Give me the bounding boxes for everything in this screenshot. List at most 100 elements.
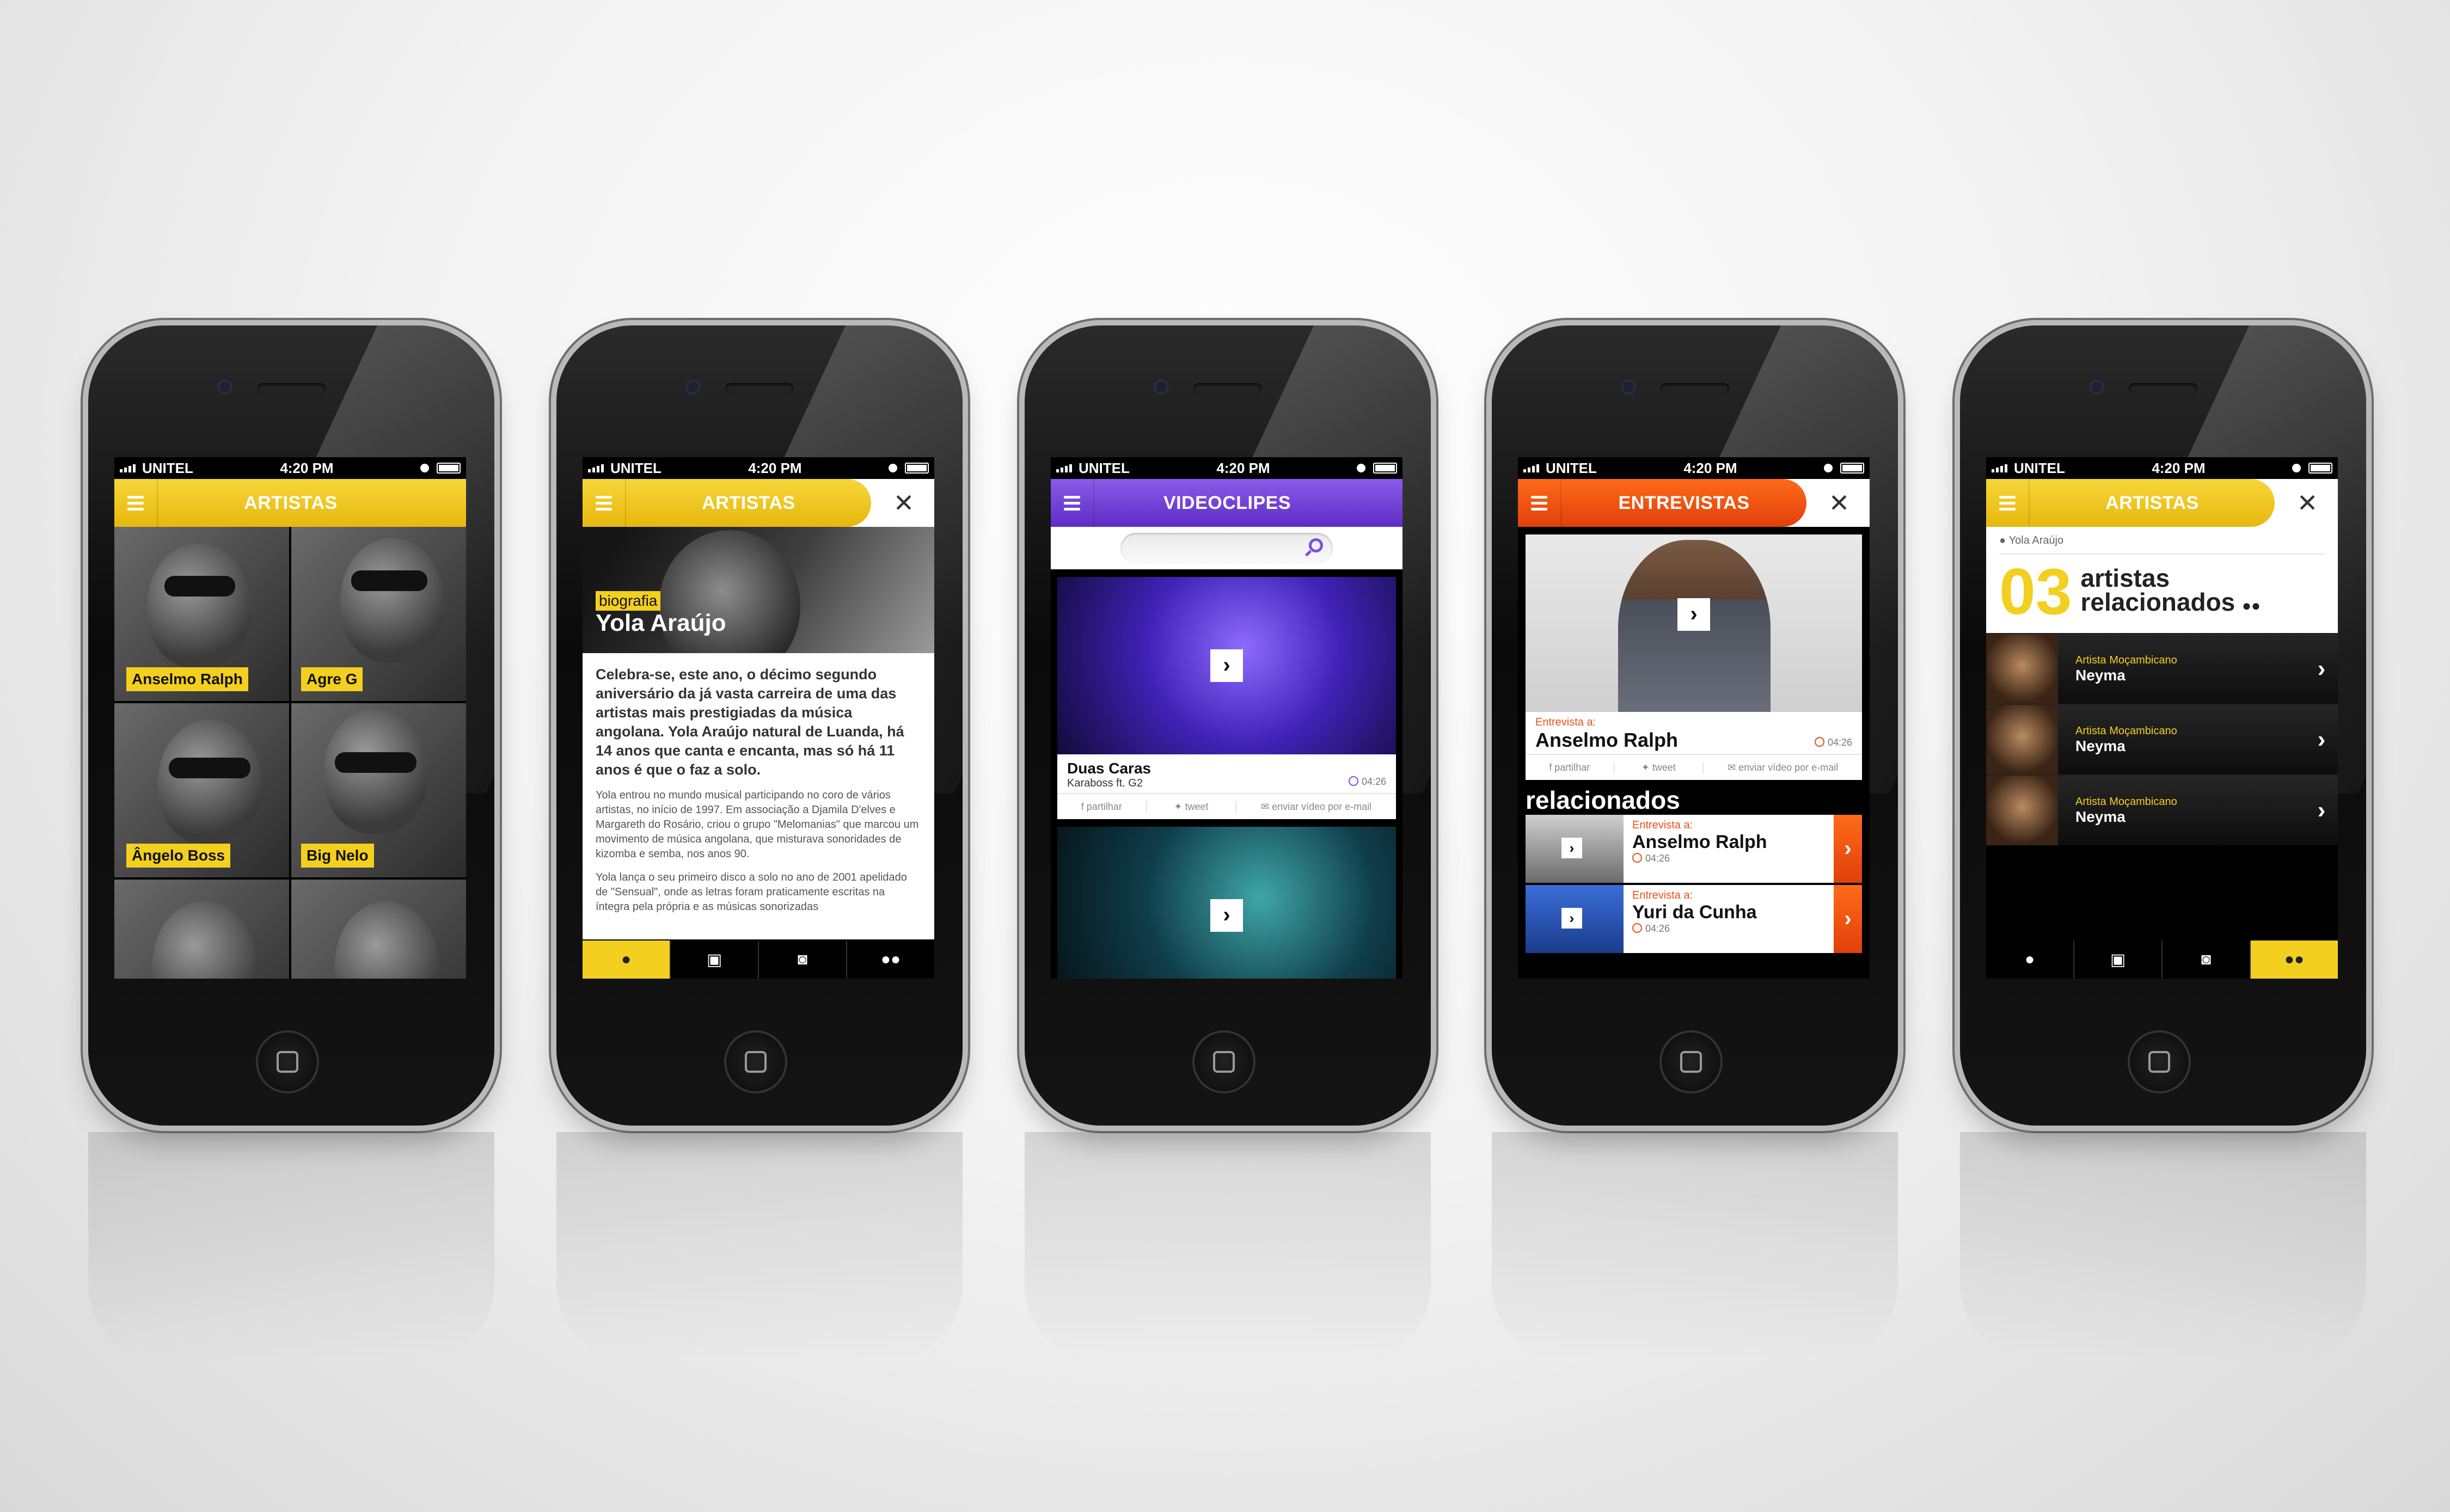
page-title: ENTREVISTAS — [1618, 492, 1750, 513]
chevron-right-icon[interactable]: › — [2305, 726, 2338, 753]
page-title: ARTISTAS — [702, 492, 795, 513]
tab-artist[interactable]: ● — [1986, 941, 2073, 979]
phone-reflection — [88, 1132, 494, 1361]
artist-tile[interactable]: Agre G — [291, 527, 466, 701]
earpiece-speaker — [1193, 383, 1262, 394]
related-thumbnail: › — [1526, 885, 1624, 953]
menu-button[interactable] — [1518, 479, 1561, 527]
artist-tile[interactable] — [114, 880, 289, 979]
related-artist-row[interactable]: Artista Moçambicano Neyma › — [1986, 633, 2338, 704]
related-interview-row[interactable]: › Entrevista a: Yuri da Cunha 04:26 › — [1526, 885, 1862, 953]
section-tag: biografia — [596, 591, 661, 611]
interview-label: Entrevista a: — [1632, 889, 1693, 901]
home-button[interactable] — [724, 1030, 787, 1093]
play-icon[interactable]: › — [1210, 649, 1243, 682]
play-icon[interactable]: › — [1210, 899, 1243, 932]
home-button[interactable] — [2128, 1030, 2191, 1093]
video-title: Duas Caras — [1067, 760, 1152, 777]
battery-icon — [905, 463, 929, 474]
close-icon[interactable]: ✕ — [2293, 489, 2322, 517]
earpiece-speaker — [1661, 383, 1729, 394]
related-artist-row[interactable]: Artista Moçambicano Neyma › — [1986, 775, 2338, 845]
related-header-panel: ● Yola Araújo 03 artistas relacionados ●… — [1986, 527, 2338, 633]
page-title: VIDEOCLIPES — [1163, 492, 1291, 513]
close-icon[interactable]: ✕ — [1825, 489, 1853, 517]
interview-info: Entrevista a: Anselmo Ralph 04:26 — [1526, 712, 1862, 754]
tab-video[interactable]: ▣ — [2074, 941, 2161, 979]
search-row — [1051, 527, 1402, 569]
video-thumbnail[interactable]: › — [1057, 577, 1396, 754]
artist-hero: biografia Yola Araújo — [583, 527, 934, 653]
status-bar: UNITEL 4:20 PM — [1051, 457, 1402, 479]
location-icon — [889, 464, 897, 472]
front-camera — [218, 380, 232, 394]
count-number: 03 — [1999, 555, 2072, 628]
sunglasses-shape — [351, 570, 427, 591]
search-icon[interactable] — [1309, 538, 1323, 552]
chevron-right-icon[interactable]: › — [2305, 655, 2338, 683]
interview-card[interactable]: › Entrevista a: Anselmo Ralph 04:26 f pa… — [1526, 534, 1862, 780]
tab-video[interactable]: ▣ — [671, 941, 758, 979]
count-label-line: artistas — [2080, 563, 2170, 592]
play-icon: › — [1561, 908, 1582, 929]
tab-photos[interactable]: ◙ — [759, 941, 846, 979]
related-interview-row[interactable]: › Entrevista a: Anselmo Ralph 04:26 › — [1526, 815, 1862, 883]
video-duration: 04:26 — [1348, 776, 1386, 788]
artist-tile[interactable]: Big Nelo — [291, 703, 466, 877]
artist-tile[interactable] — [291, 880, 466, 979]
signal-icon — [1992, 464, 2007, 472]
status-bar: UNITEL 4:20 PM — [114, 457, 466, 479]
menu-button[interactable] — [1051, 479, 1094, 527]
video-thumbnail[interactable]: › — [1057, 827, 1396, 979]
phone-reflection — [1960, 1132, 2366, 1361]
phone-reflection — [1025, 1132, 1431, 1361]
breadcrumb[interactable]: ● Yola Araújo — [1999, 534, 2325, 555]
interview-duration: 04:26 — [1632, 853, 1825, 864]
chevron-right-icon[interactable]: › — [2305, 797, 2338, 824]
nav-bar: ENTREVISTAS ✕ — [1518, 479, 1870, 527]
biography-text: Celebra-se, este ano, o décimo segundo a… — [583, 653, 934, 939]
related-artist-row[interactable]: Artista Moçambicano Neyma › — [1986, 704, 2338, 775]
signal-icon — [1056, 464, 1072, 472]
tweet-button[interactable]: ✦ tweet — [1147, 801, 1237, 813]
chevron-right-icon[interactable]: › — [1834, 885, 1862, 953]
home-button[interactable] — [1659, 1030, 1723, 1093]
tweet-button[interactable]: ✦ tweet — [1615, 761, 1704, 773]
chevron-right-icon[interactable]: › — [1834, 815, 1862, 883]
tab-related[interactable]: ●● — [847, 941, 934, 979]
video-card[interactable]: › Duas Caras Karaboss ft. G2 04:26 f par… — [1057, 577, 1396, 819]
close-icon[interactable]: ✕ — [890, 489, 918, 517]
person-icon: ● — [1999, 534, 2006, 546]
clock-icon — [1632, 923, 1642, 933]
artist-tile[interactable]: Ângelo Boss — [114, 703, 289, 877]
tab-related[interactable]: ●● — [2251, 941, 2338, 979]
email-video-button[interactable]: ✉ enviar vídeo por e-mail — [1704, 762, 1862, 773]
menu-button[interactable] — [114, 479, 158, 527]
earpiece-speaker — [2129, 383, 2197, 394]
search-input[interactable] — [1120, 533, 1333, 563]
menu-button[interactable] — [583, 479, 626, 527]
bio-lead: Celebra-se, este ano, o décimo segundo a… — [596, 666, 904, 778]
tab-photos[interactable]: ◙ — [2163, 941, 2250, 979]
menu-button[interactable] — [1986, 479, 2030, 527]
phone-2: UNITEL 4:20 PM ARTISTAS ✕ biografia Yola… — [556, 325, 963, 1126]
artist-name: Yola Araújo — [596, 610, 726, 636]
artist-photo — [152, 901, 256, 979]
artist-name: Anselmo Ralph — [126, 667, 248, 691]
interview-thumbnail[interactable]: › — [1526, 534, 1862, 712]
email-video-button[interactable]: ✉ enviar vídeo por e-mail — [1236, 801, 1396, 813]
home-button[interactable] — [1192, 1030, 1255, 1093]
artist-type: Artista Moçambicano — [2075, 795, 2177, 808]
clock-icon — [1814, 737, 1824, 747]
tab-artist[interactable]: ● — [583, 941, 670, 979]
artist-tile[interactable]: Anselmo Ralph — [114, 527, 289, 701]
film-icon: ▣ — [2110, 950, 2126, 969]
video-card[interactable]: › — [1057, 827, 1396, 979]
share-facebook-button[interactable]: f partilhar — [1526, 761, 1615, 773]
share-facebook-button[interactable]: f partilhar — [1057, 801, 1147, 813]
home-button[interactable] — [256, 1030, 319, 1093]
play-icon[interactable]: › — [1677, 598, 1710, 631]
carrier-label: UNITEL — [610, 459, 661, 476]
artist-name: Neyma — [2075, 808, 2126, 825]
earpiece-speaker — [257, 383, 326, 394]
